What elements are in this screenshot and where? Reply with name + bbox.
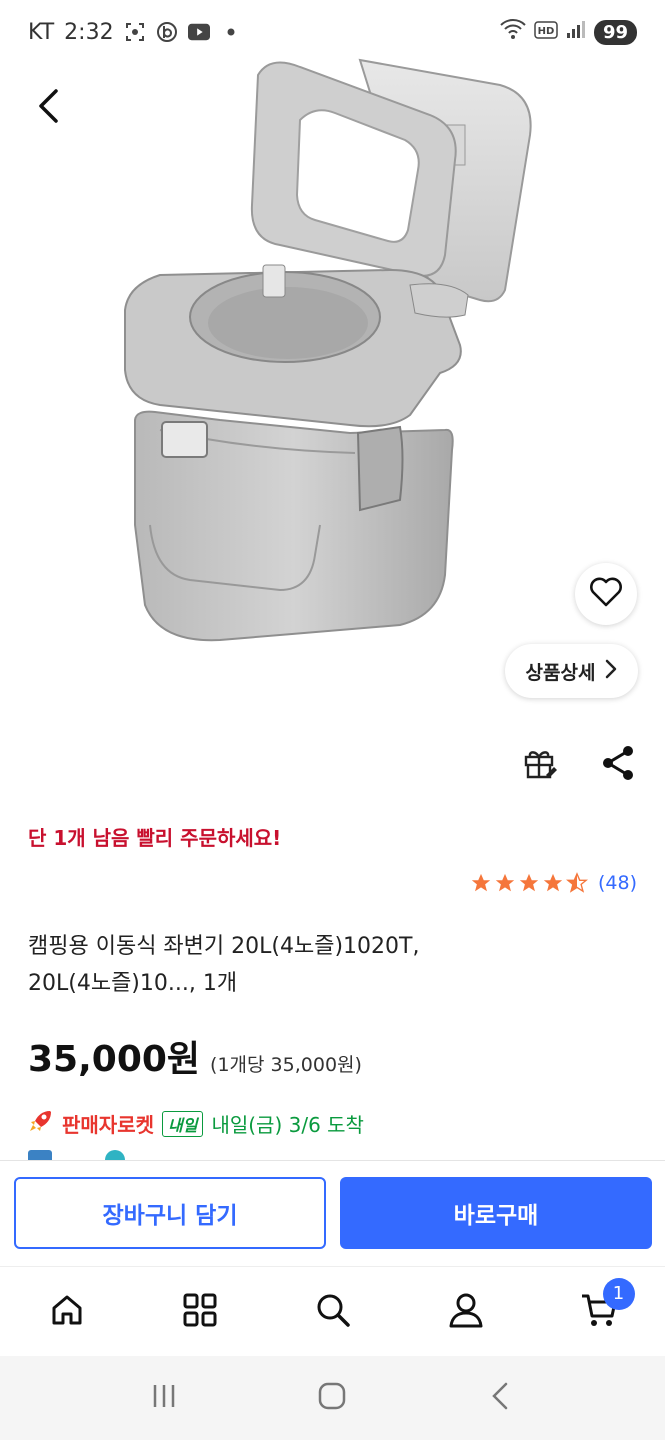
chevron-right-icon <box>605 659 617 684</box>
recent-apps-icon <box>149 1381 179 1415</box>
nav-cart[interactable]: 1 <box>569 1277 635 1342</box>
star-full-icon <box>470 872 492 894</box>
heart-icon <box>589 577 623 611</box>
youtube-icon <box>187 21 210 43</box>
seller-rocket-label: 판매자로켓 <box>62 1113 154 1137</box>
home-icon <box>49 1292 85 1332</box>
signal-icon <box>566 19 586 45</box>
star-full-icon <box>494 872 516 894</box>
wifi-icon <box>500 18 526 46</box>
search-icon <box>315 1292 351 1332</box>
home-square-icon <box>317 1381 347 1415</box>
battery-indicator: 99 <box>593 19 637 45</box>
b-app-icon <box>156 21 178 43</box>
review-count: (48) <box>597 872 637 894</box>
price: 35,000원 <box>28 1039 201 1080</box>
add-to-cart-button[interactable]: 장바구니 담기 <box>14 1177 326 1249</box>
product-title-line1: 캠핑용 이동식 좌변기 20L(4노즐)1020T, <box>28 934 420 959</box>
wishlist-button[interactable] <box>575 563 637 625</box>
home-system-button[interactable] <box>310 1376 354 1420</box>
chevron-left-icon <box>36 88 60 128</box>
star-half-icon <box>565 872 589 894</box>
star-full-icon <box>542 872 564 894</box>
back-chevron-icon <box>486 1381 516 1415</box>
delivery-info: 판매자로켓 내일 내일(금) 3/6 도착 <box>28 1108 364 1139</box>
svg-text:HD: HD <box>538 26 555 37</box>
buy-now-button[interactable]: 바로구매 <box>340 1177 652 1249</box>
clock-label: 2:32 <box>64 19 114 45</box>
rating[interactable]: (48) <box>470 872 637 894</box>
share-icon[interactable] <box>600 745 636 781</box>
rocket-icon <box>28 1108 54 1139</box>
arrival-date: 내일(금) 3/6 도착 <box>211 1113 364 1137</box>
back-system-button[interactable] <box>479 1376 523 1420</box>
nav-category[interactable] <box>170 1282 230 1342</box>
product-title-line2: 20L(4노즐)10..., 1개 <box>28 971 238 996</box>
product-detail-label: 상품상세 <box>525 661 596 684</box>
hd-icon: HD <box>534 20 558 45</box>
nav-my-page[interactable] <box>436 1282 496 1342</box>
category-icon <box>182 1292 218 1332</box>
nav-home[interactable] <box>37 1282 97 1342</box>
tomorrow-badge: 내일 <box>162 1110 204 1137</box>
star-full-icon <box>518 872 540 894</box>
stock-warning: 단 1개 남음 빨리 주문하세요! <box>28 826 282 850</box>
purchase-action-bar: 장바구니 담기 바로구매 <box>0 1160 665 1266</box>
bottom-navigation: 1 <box>0 1266 665 1356</box>
cart-count-badge: 1 <box>602 1277 635 1310</box>
product-title: 캠핑용 이동식 좌변기 20L(4노즐)1020T, 20L(4노즐)10...… <box>28 928 638 1002</box>
recent-apps-button[interactable] <box>142 1376 186 1420</box>
gift-icon[interactable] <box>522 745 558 781</box>
carrier-label: KT <box>28 19 55 45</box>
unit-price: (1개당 35,000원) <box>210 1054 362 1076</box>
back-button[interactable] <box>28 88 68 128</box>
user-icon <box>448 1292 484 1332</box>
screenshot-icon <box>124 21 146 43</box>
notification-dot-icon <box>220 21 242 43</box>
price-row: 35,000원 (1개당 35,000원) <box>28 1030 362 1082</box>
system-navigation-bar <box>0 1356 665 1440</box>
product-image[interactable] <box>100 55 570 655</box>
product-detail-button[interactable]: 상품상세 <box>505 644 638 698</box>
nav-search[interactable] <box>303 1282 363 1342</box>
